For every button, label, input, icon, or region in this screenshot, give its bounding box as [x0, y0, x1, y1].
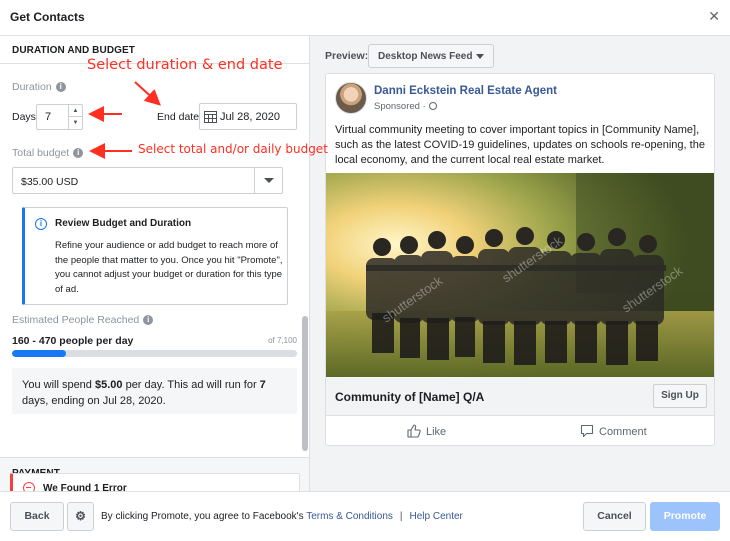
duration-budget-heading: DURATION AND BUDGET — [12, 45, 136, 56]
page-name[interactable]: Danni Eckstein Real Estate Agent — [374, 85, 557, 97]
estimated-reach-label: Estimated People Reached i — [12, 314, 154, 326]
scrollbar[interactable] — [302, 316, 308, 451]
preview-label: Preview: — [325, 50, 369, 62]
error-title: We Found 1 Error — [43, 483, 127, 491]
review-title: Review Budget and Duration — [55, 218, 192, 229]
spend-days: 7 — [259, 379, 266, 391]
comment-button[interactable]: Comment — [580, 424, 647, 438]
end-date-value[interactable]: Jul 28, 2020 — [220, 111, 280, 123]
info-icon[interactable]: i — [73, 148, 84, 158]
terms-prefix: By clicking Promote, you agree to Facebo… — [101, 511, 304, 522]
error-notice: We Found 1 Error — [10, 473, 300, 491]
spend-text: You will spend — [22, 379, 95, 391]
error-icon — [23, 482, 35, 491]
terms-text: By clicking Promote, you agree to Facebo… — [101, 511, 463, 522]
modal-title: Get Contacts — [10, 10, 85, 24]
globe-icon — [428, 102, 437, 110]
group-photo: shutterstock shutterstock shutterstock — [326, 173, 714, 377]
avatar — [335, 82, 367, 114]
decrement-icon[interactable]: ▼ — [68, 117, 82, 129]
reach-bar-fill — [12, 350, 67, 357]
terms-link[interactable]: Terms & Conditions — [306, 511, 393, 522]
post-text: Virtual community meeting to cover impor… — [335, 124, 705, 166]
ad-preview-card: Danni Eckstein Real Estate Agent Sponsor… — [325, 73, 715, 446]
modal-footer: Back ⚙ By clicking Promote, you agree to… — [0, 491, 730, 541]
duration-label: Duration i — [12, 81, 66, 93]
placement-select[interactable]: Desktop News Feed — [368, 44, 494, 68]
preview-panel: Preview: Desktop News Feed Danni Eckstei… — [310, 36, 730, 491]
review-body: Refine your audience or add budget to re… — [55, 240, 283, 295]
sponsored-text: Sponsored · — [374, 101, 426, 112]
cta-title: Community of [Name] Q/A — [335, 390, 485, 404]
spend-summary: You will spend $5.00 per day. This ad wi… — [12, 368, 297, 414]
comment-label[interactable]: Comment — [599, 426, 647, 438]
thumbs-up-icon — [407, 424, 421, 438]
divider — [0, 457, 309, 458]
increment-icon[interactable]: ▲ — [68, 105, 82, 117]
settings-panel[interactable]: DURATION AND BUDGET Duration i Days 7 ▲ ▼… — [0, 36, 310, 491]
annotation-duration: Select duration & end date — [87, 57, 283, 73]
help-center-link[interactable]: Help Center — [410, 511, 463, 522]
cancel-button[interactable]: Cancel — [583, 502, 646, 531]
end-date-label: End date — [157, 111, 200, 123]
estimated-reach-label-text: Estimated People Reached — [12, 314, 140, 326]
reach-range: 160 - 470 people per day — [12, 335, 134, 347]
cta-row: Community of [Name] Q/A Sign Up — [326, 377, 714, 416]
spend-amount: $5.00 — [94, 379, 123, 391]
calendar-icon — [204, 111, 217, 123]
back-button[interactable]: Back — [10, 502, 64, 531]
days-stepper[interactable]: 7 ▲ ▼ — [36, 104, 83, 130]
budget-value[interactable]: $35.00 USD — [21, 176, 78, 188]
review-budget-notice: i Review Budget and Duration Refine your… — [22, 207, 288, 305]
total-budget-label: Total budget i — [12, 147, 84, 159]
like-button[interactable]: Like — [407, 424, 446, 438]
comment-icon — [580, 424, 594, 438]
info-icon: i — [35, 218, 47, 230]
duration-label-text: Duration — [12, 81, 52, 93]
separator: | — [399, 511, 403, 522]
spend-text: days, ending on Jul 28, 2020. — [22, 395, 166, 407]
placement-value[interactable]: Desktop News Feed — [378, 51, 472, 62]
end-date-field[interactable]: Jul 28, 2020 — [199, 103, 297, 130]
reach-bar — [12, 350, 297, 357]
promote-button[interactable]: Promote — [650, 502, 720, 531]
like-label[interactable]: Like — [426, 426, 446, 438]
reach-total: of 7,100 — [268, 336, 297, 345]
close-icon[interactable]: ✕ — [708, 8, 720, 25]
annotation-budget: Select total and/or daily budget — [138, 142, 328, 156]
days-label: Days — [12, 111, 36, 123]
sponsored-label: Sponsored · — [374, 101, 437, 112]
modal-header: Get Contacts ✕ — [0, 0, 730, 36]
spend-text: per day. This ad will run for — [122, 379, 260, 391]
budget-select[interactable]: $35.00 USD — [12, 167, 283, 194]
sign-up-button[interactable]: Sign Up — [653, 384, 707, 408]
days-value[interactable]: 7 — [45, 111, 51, 123]
ad-image: shutterstock shutterstock shutterstock — [326, 173, 714, 377]
total-budget-label-text: Total budget — [12, 147, 70, 159]
chevron-down-icon[interactable] — [254, 168, 282, 193]
gear-icon[interactable]: ⚙ — [67, 502, 94, 531]
info-icon[interactable]: i — [143, 315, 154, 325]
info-icon[interactable]: i — [55, 82, 66, 92]
